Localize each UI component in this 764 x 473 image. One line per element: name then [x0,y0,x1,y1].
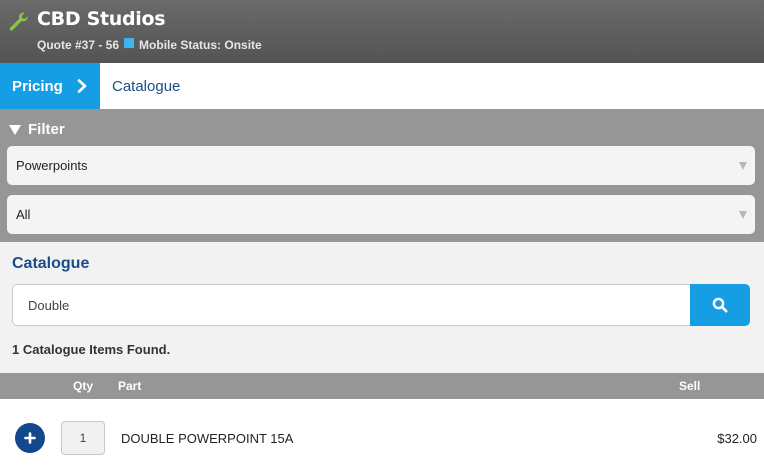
category-select[interactable]: Powerpoints [7,146,755,185]
caret-down-icon [739,211,747,219]
search-icon [712,297,728,313]
subcategory-select[interactable]: All [7,195,755,234]
quote-status-line: Quote #37 - 56 Mobile Status: Onsite [37,38,262,52]
breadcrumb-catalogue[interactable]: Catalogue [112,63,180,109]
add-item-button[interactable] [15,423,45,453]
search-button[interactable] [690,284,750,326]
filter-panel: Filter Powerpoints All [0,109,764,242]
qty-input[interactable] [61,421,105,455]
part-name: DOUBLE POWERPOINT 15A [121,431,294,446]
results-count: 1 Catalogue Items Found. [12,342,171,357]
breadcrumb-pricing-label: Pricing [12,77,63,95]
breadcrumb-pricing[interactable]: Pricing [0,63,100,109]
breadcrumb: Pricing Catalogue [0,63,764,109]
caret-down-icon [739,162,747,170]
search-input[interactable] [12,284,690,326]
catalogue-section: Catalogue 1 Catalogue Items Found. [0,242,764,373]
mobile-status: Mobile Status: Onsite [139,38,262,52]
status-color-swatch [124,38,135,48]
chevron-right-icon [77,79,87,93]
app-header: CBD Studios Quote #37 - 56 Mobile Status… [0,0,764,63]
section-title: Catalogue [12,255,90,272]
triangle-down-icon [9,124,21,135]
table-header: Qty Part Sell [0,373,764,399]
column-header-qty: Qty [73,379,94,393]
subcategory-select-value: All [16,207,31,222]
column-header-sell: Sell [679,379,701,393]
wrench-icon [9,12,28,31]
filter-title: Filter [28,121,65,138]
column-header-part: Part [118,379,142,393]
table-row: DOUBLE POWERPOINT 15A $32.00 [0,399,764,473]
plus-icon [24,432,36,444]
quote-reference: Quote #37 - 56 [37,38,120,52]
category-select-value: Powerpoints [16,158,88,173]
app-title: CBD Studios [37,8,166,30]
filter-toggle[interactable]: Filter [9,121,65,138]
sell-price: $32.00 [717,431,757,446]
